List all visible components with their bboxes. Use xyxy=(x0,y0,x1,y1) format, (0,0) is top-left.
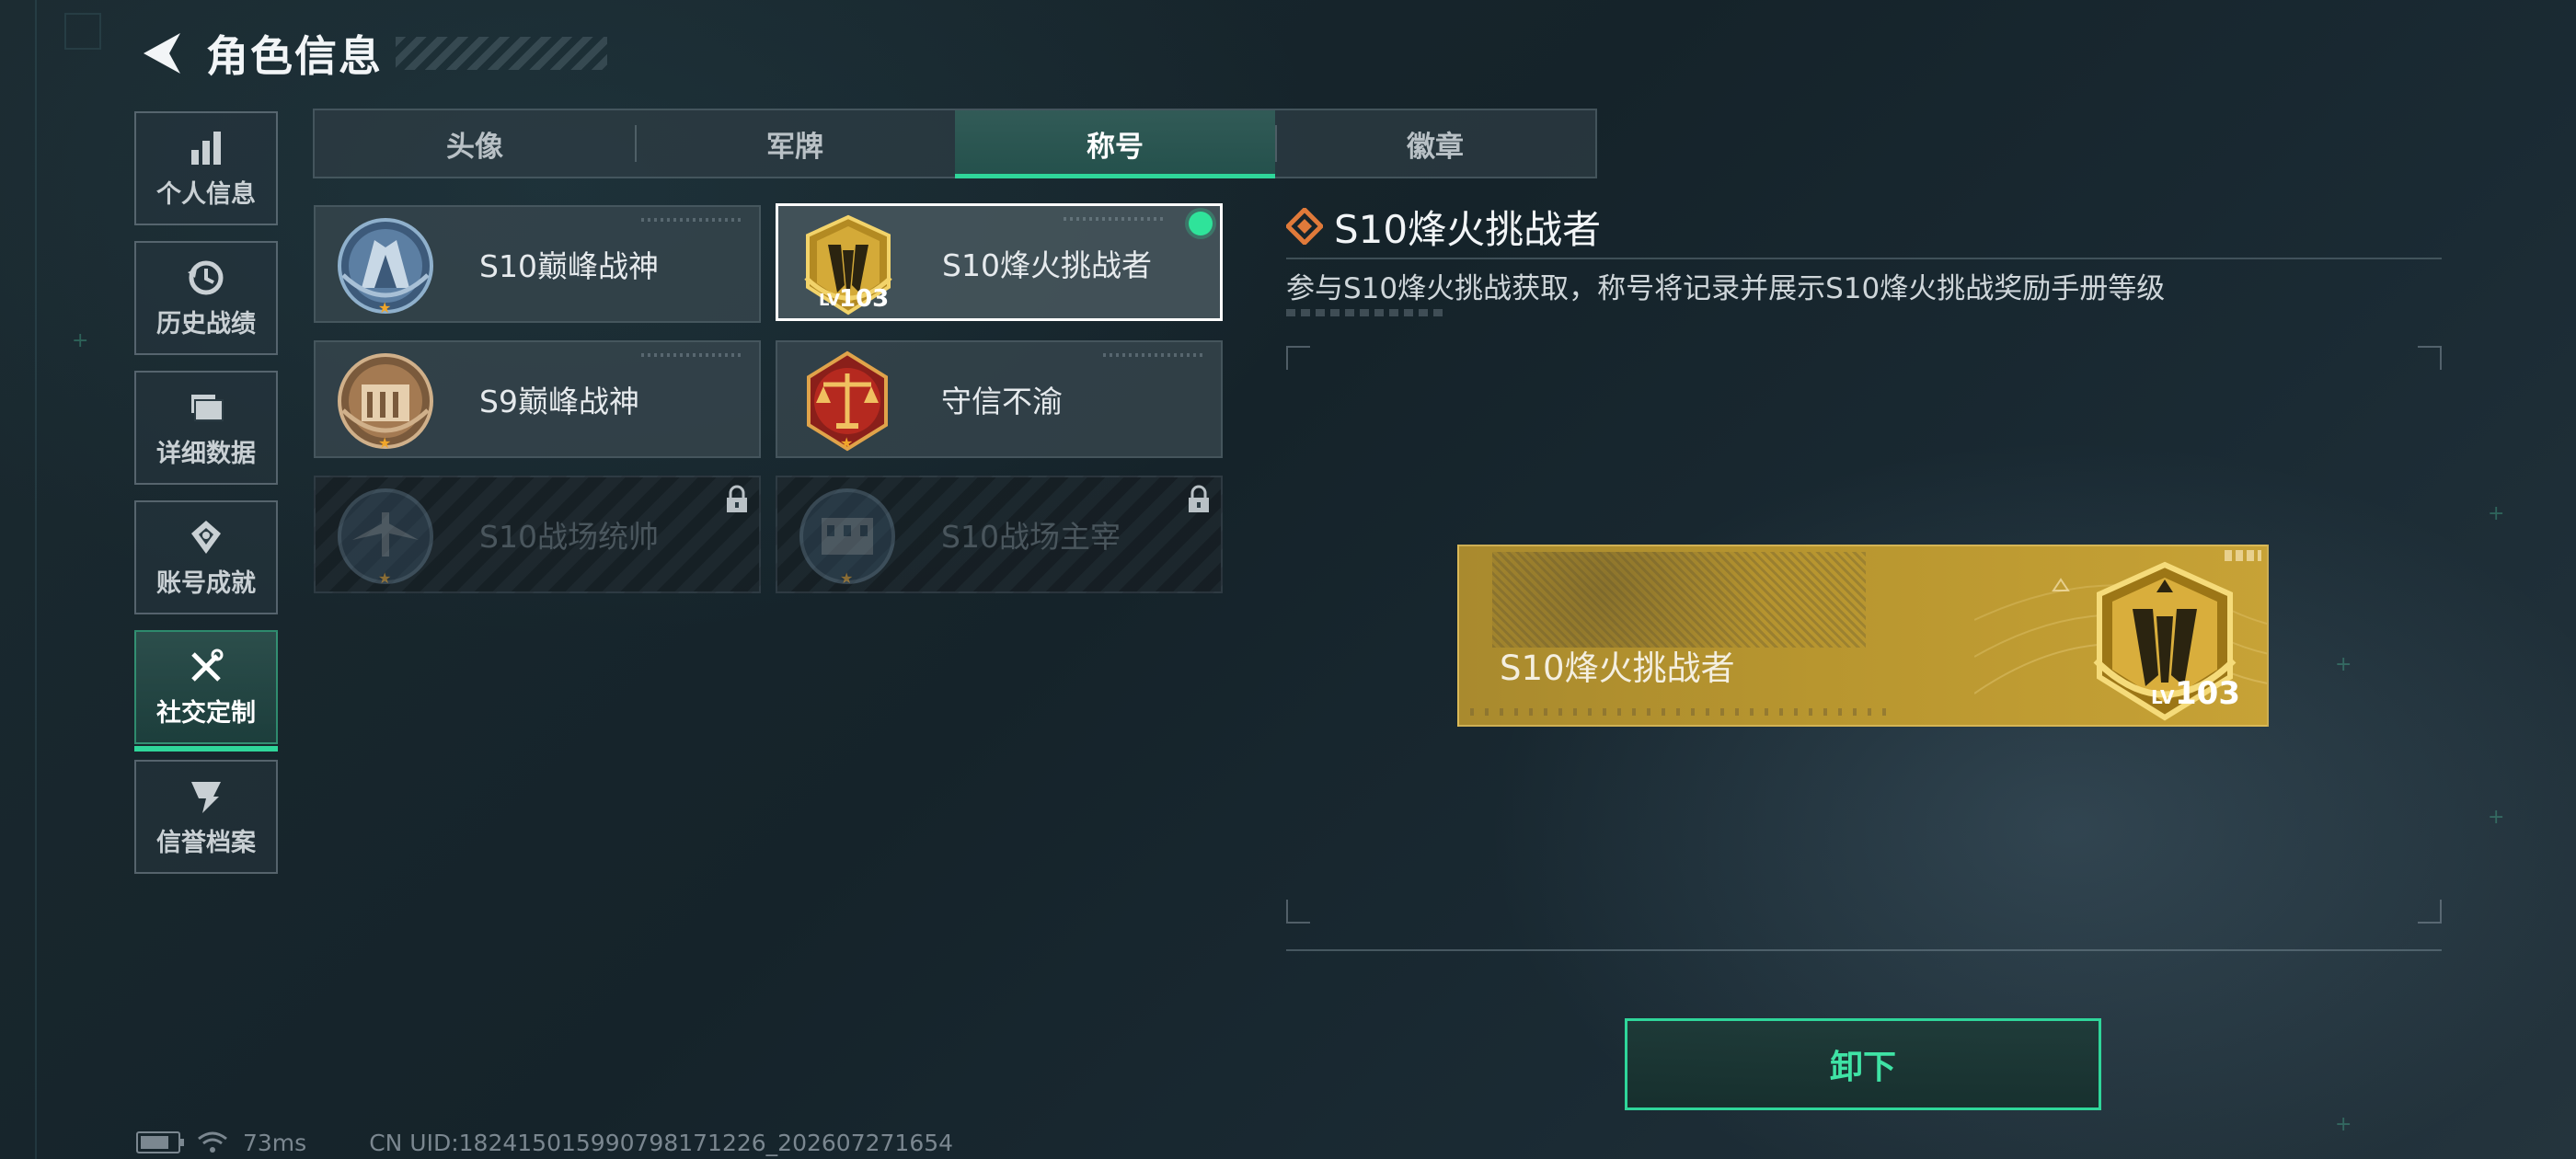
emblem-level-prefix: LV xyxy=(819,291,840,310)
tab-avatar[interactable]: 头像 xyxy=(315,110,635,177)
bg-deco-plus: + xyxy=(2488,806,2505,829)
tab-dogtag[interactable]: 军牌 xyxy=(635,110,955,177)
page-title: 角色信息 xyxy=(206,31,383,81)
bg-deco-square xyxy=(64,13,101,50)
back-button[interactable] xyxy=(138,29,186,77)
divider xyxy=(1286,258,2442,259)
frame-corner xyxy=(2418,346,2442,370)
rank-star-icon: ★ xyxy=(378,299,392,316)
title-card-label: S10烽火挑战者 xyxy=(942,247,1152,283)
sidebar-item-label: 社交定制 xyxy=(156,698,256,728)
title-deco-stripes xyxy=(396,37,607,70)
frame-corner xyxy=(1286,900,1310,924)
description-deco xyxy=(1286,309,1448,316)
title-card-label: S10战场统帅 xyxy=(479,519,659,555)
banner-texture xyxy=(1492,552,1866,648)
card-deco xyxy=(1103,353,1204,357)
frame-corner xyxy=(1286,346,1310,370)
title-card[interactable]: ★ S10巅峰战神 xyxy=(314,205,761,323)
lock-icon xyxy=(727,485,747,512)
ping-text: 73ms xyxy=(243,1129,307,1156)
divider xyxy=(1286,949,2442,951)
sidebar-item-label: 详细数据 xyxy=(156,439,256,468)
title-card-label: S10战场主宰 xyxy=(941,519,1121,555)
history-icon xyxy=(188,260,224,294)
title-banner-preview: S10烽火挑战者 LV 103 xyxy=(1457,545,2269,727)
folder-icon xyxy=(191,394,224,421)
tools-icon xyxy=(191,648,224,682)
emblem-level: 103 xyxy=(839,285,890,313)
banner-level-prefix: LV xyxy=(2151,686,2175,708)
status-bar: 73ms CN UID:1824150159907981712​26_20260… xyxy=(136,1128,953,1157)
sidebar-item-label: 信誉档案 xyxy=(156,828,256,857)
title-card[interactable]: ★ 守信不渝 xyxy=(776,340,1223,458)
title-card[interactable]: ★ S9巅峰战神 xyxy=(314,340,761,458)
frame-corner xyxy=(2418,900,2442,924)
uid-text: CN UID:1824150159907981712​26_2026072716… xyxy=(369,1129,954,1156)
banner-deco xyxy=(1470,708,1893,716)
achievement-icon xyxy=(191,520,221,554)
battery-icon xyxy=(136,1131,184,1153)
lock-icon xyxy=(1189,485,1209,512)
card-deco xyxy=(641,353,742,357)
bg-deco-plus: + xyxy=(2488,502,2505,525)
bar-chart-icon xyxy=(191,131,221,165)
bg-deco-line xyxy=(35,0,37,1159)
sidebar: 个人信息 历史战绩 详细数据 账号成就 社交定制 信誉档案 xyxy=(134,111,280,889)
unequip-button[interactable]: 卸下 xyxy=(1625,1018,2101,1110)
rank-star-icon: ★ xyxy=(840,434,854,452)
sidebar-item-history[interactable]: 历史战绩 xyxy=(134,241,278,355)
sidebar-item-profile[interactable]: 个人信息 xyxy=(134,111,278,225)
wifi-icon xyxy=(198,1131,227,1153)
title-card-label: S10巅峰战神 xyxy=(479,248,659,284)
tab-badge[interactable]: 徽章 xyxy=(1275,110,1595,177)
banner-level: 103 xyxy=(2175,675,2240,712)
detail-header: S10烽火挑战者 xyxy=(1286,199,1601,254)
tab-title[interactable]: 称号 xyxy=(955,110,1275,178)
tab-bar: 头像 军牌 称号 徽章 xyxy=(313,109,1597,178)
title-card-locked[interactable]: ★ S10战场主宰 xyxy=(776,476,1223,593)
diamond-icon xyxy=(1286,208,1323,245)
detail-title: S10烽火挑战者 xyxy=(1334,206,1602,252)
detail-description: 参与S10烽火挑战获取，称号将记录并展示S10烽火挑战奖励手册等级 xyxy=(1286,272,2166,305)
sidebar-item-credit[interactable]: 信誉档案 xyxy=(134,760,278,874)
bg-deco-plus: + xyxy=(72,329,89,352)
title-card-selected[interactable]: LV 103 S10烽火挑战者 xyxy=(776,203,1223,321)
sidebar-item-label: 历史战绩 xyxy=(156,309,256,339)
sidebar-item-label: 个人信息 xyxy=(156,179,256,209)
equipped-indicator xyxy=(1189,212,1213,235)
banner-title-label: S10烽火挑战者 xyxy=(1500,648,1735,688)
title-card-label: S9巅峰战神 xyxy=(479,384,639,419)
rank-star-icon: ★ xyxy=(378,569,392,587)
sidebar-item-achievements[interactable]: 账号成就 xyxy=(134,500,278,614)
bg-deco-plus: + xyxy=(2335,1113,2352,1136)
page-header: 角色信息 xyxy=(138,20,607,86)
sidebar-item-label: 账号成就 xyxy=(156,568,256,598)
sidebar-item-details[interactable]: 详细数据 xyxy=(134,371,278,485)
title-card-label: 守信不渝 xyxy=(941,384,1063,419)
title-card-locked[interactable]: ★ S10战场统帅 xyxy=(314,476,761,593)
rank-star-icon: ★ xyxy=(840,569,854,587)
back-arrow-icon xyxy=(144,33,180,74)
credit-icon xyxy=(191,781,221,813)
rank-star-icon: ★ xyxy=(378,434,392,452)
sidebar-item-social[interactable]: 社交定制 xyxy=(134,630,278,752)
